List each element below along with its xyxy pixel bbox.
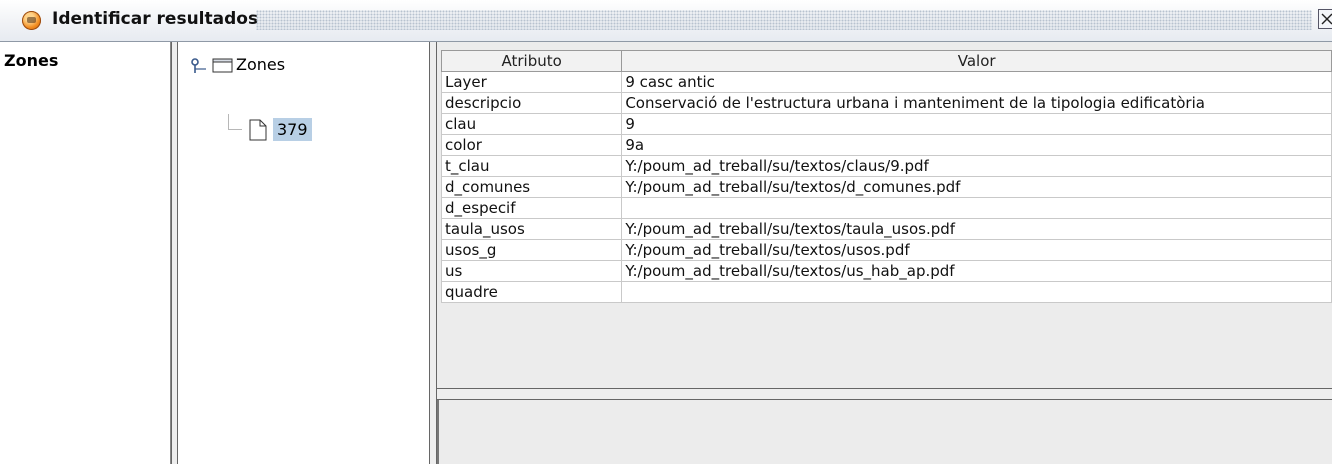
close-icon bbox=[1321, 13, 1332, 25]
table-row[interactable]: d_especif bbox=[440, 197, 1332, 219]
detail-pane bbox=[437, 400, 1332, 464]
tree-key-icon[interactable] bbox=[190, 57, 208, 75]
attribute-value-cell[interactable]: Y:/poum_ad_treball/su/textos/usos.pdf bbox=[621, 239, 1332, 261]
table-header-row: Atributo Valor bbox=[440, 50, 1332, 72]
attribute-value-cell[interactable]: 9a bbox=[621, 134, 1332, 156]
attribute-value-cell[interactable]: 9 casc antic bbox=[621, 71, 1332, 93]
attribute-value-cell[interactable] bbox=[621, 197, 1332, 219]
attribute-name-cell[interactable]: us bbox=[440, 260, 623, 282]
layer-name-label: Zones bbox=[4, 51, 59, 70]
table-row[interactable]: clau 9 bbox=[440, 113, 1332, 135]
attribute-name-cell[interactable]: d_comunes bbox=[440, 176, 623, 198]
vertical-splitter-2[interactable] bbox=[429, 42, 437, 464]
table-row[interactable]: Layer 9 casc antic bbox=[440, 71, 1332, 93]
attribute-name-cell[interactable]: clau bbox=[440, 113, 623, 135]
tree-connector bbox=[228, 129, 242, 130]
table-row[interactable]: d_comunes Y:/poum_ad_treball/su/textos/d_… bbox=[440, 176, 1332, 198]
vertical-splitter-1[interactable] bbox=[171, 42, 178, 464]
attribute-value-cell[interactable] bbox=[621, 281, 1332, 303]
attribute-name-cell[interactable]: color bbox=[440, 134, 623, 156]
tree-root-label: Zones bbox=[236, 55, 286, 74]
attribute-value-cell[interactable]: Y:/poum_ad_treball/su/textos/claus/9.pdf bbox=[621, 155, 1332, 177]
table-row[interactable]: descripcio Conservació de l'estructura ur… bbox=[440, 92, 1332, 114]
title-bar[interactable]: Identificar resultados bbox=[0, 0, 1332, 42]
table-row[interactable]: color 9a bbox=[440, 134, 1332, 156]
window-title: Identificar resultados bbox=[52, 9, 259, 29]
attribute-name-cell[interactable]: t_clau bbox=[440, 155, 623, 177]
attribute-name-cell[interactable]: descripcio bbox=[440, 92, 623, 114]
attribute-value-cell[interactable]: Y:/poum_ad_treball/su/textos/d_comunes.p… bbox=[621, 176, 1332, 198]
attributes-table: Atributo Valor Layer 9 casc antic descripc… bbox=[440, 50, 1332, 303]
close-button[interactable] bbox=[1318, 9, 1332, 29]
table-row[interactable]: t_clau Y:/poum_ad_treball/su/textos/claus… bbox=[440, 155, 1332, 177]
horizontal-splitter[interactable] bbox=[437, 388, 1332, 400]
attribute-name-cell[interactable]: taula_usos bbox=[440, 218, 623, 240]
attribute-name-cell[interactable]: d_especif bbox=[440, 197, 623, 219]
tree-connector bbox=[228, 114, 229, 130]
app-logo-icon bbox=[22, 11, 41, 30]
table-row[interactable]: usos_g Y:/poum_ad_treball/su/textos/usos.… bbox=[440, 239, 1332, 261]
column-header-valor[interactable]: Valor bbox=[621, 50, 1332, 72]
tree-child-label: 379 bbox=[273, 118, 312, 141]
table-row[interactable]: us Y:/poum_ad_treball/su/textos/us_hab_ap… bbox=[440, 260, 1332, 282]
attribute-name-cell[interactable]: usos_g bbox=[440, 239, 623, 261]
attribute-value-cell[interactable]: Y:/poum_ad_treball/su/textos/taula_usos.… bbox=[621, 218, 1332, 240]
attribute-name-cell[interactable]: Layer bbox=[440, 71, 623, 93]
attribute-name-cell[interactable]: quadre bbox=[440, 281, 623, 303]
layer-list-pane: Zones bbox=[0, 42, 171, 464]
attribute-value-cell[interactable]: Conservació de l'estructura urbana i man… bbox=[621, 92, 1332, 114]
folder-icon bbox=[212, 58, 233, 73]
attribute-value-cell[interactable]: 9 bbox=[621, 113, 1332, 135]
column-header-atributo[interactable]: Atributo bbox=[440, 50, 623, 72]
table-row[interactable]: quadre bbox=[440, 281, 1332, 303]
document-icon bbox=[249, 119, 267, 141]
title-bar-grip[interactable] bbox=[256, 10, 1312, 30]
attribute-value-cell[interactable]: Y:/poum_ad_treball/su/textos/us_hab_ap.p… bbox=[621, 260, 1332, 282]
results-tree: Zones 379 bbox=[178, 42, 429, 464]
table-row[interactable]: taula_usos Y:/poum_ad_treball/su/textos/t… bbox=[440, 218, 1332, 240]
attributes-panel: Atributo Valor Layer 9 casc antic descripc… bbox=[437, 42, 1332, 394]
